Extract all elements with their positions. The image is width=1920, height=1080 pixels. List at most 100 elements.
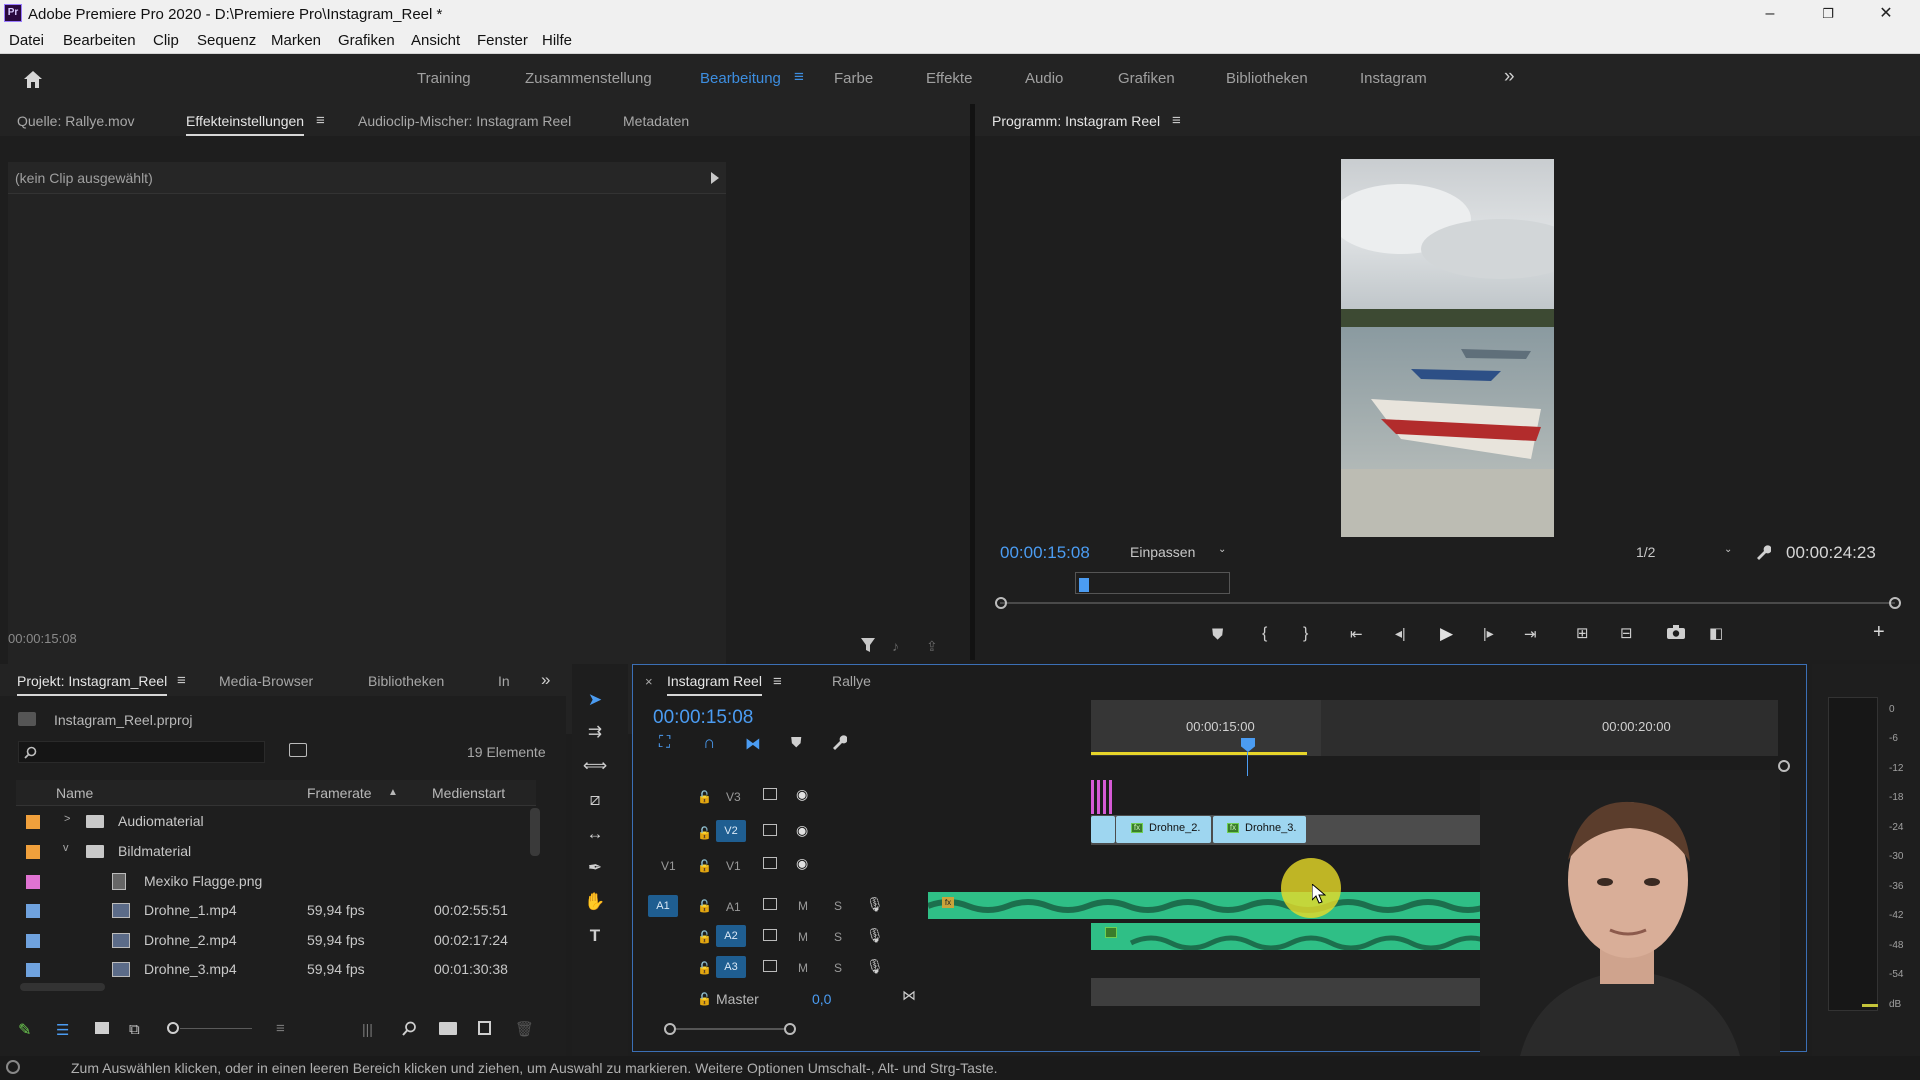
- play-arrow-icon[interactable]: [711, 171, 719, 187]
- chevron-down-icon[interactable]: v: [63, 842, 69, 854]
- eye-icon[interactable]: ◉: [796, 786, 808, 803]
- microphone-icon[interactable]: 🎙: [866, 958, 884, 975]
- tab-effect-controls[interactable]: Effekteinstellungen: [186, 113, 305, 136]
- step-back-icon[interactable]: ◂|: [1395, 625, 1406, 642]
- list-item[interactable]: Mexiko Flagge.png: [16, 867, 536, 897]
- list-item[interactable]: Drohne_1.mp4 59,94 fps 00:02:55:51: [16, 896, 536, 926]
- timeline-menu-icon[interactable]: ≡: [773, 673, 782, 690]
- program-mini-playhead[interactable]: [1079, 578, 1089, 592]
- list-item[interactable]: Drohne_3.mp4 59,94 fps 00:01:30:38: [16, 955, 536, 985]
- add-button-icon[interactable]: +: [1873, 621, 1885, 644]
- track-target-v2[interactable]: V2: [716, 820, 746, 842]
- mute-button[interactable]: M: [798, 899, 808, 913]
- graphic-clip-v3[interactable]: [1091, 780, 1113, 814]
- solo-button[interactable]: S: [834, 961, 842, 975]
- track-target-a3[interactable]: A3: [716, 956, 746, 978]
- snap-magnet-icon[interactable]: ∩: [703, 733, 715, 753]
- menu-bearbeiten[interactable]: Bearbeiten: [63, 32, 136, 49]
- lock-icon[interactable]: 🔓: [697, 992, 712, 1006]
- tab-audio-clip-mixer[interactable]: Audioclip-Mischer: Instagram Reel: [358, 113, 571, 129]
- chevron-right-icon[interactable]: >: [64, 813, 70, 825]
- sync-lock-icon[interactable]: [763, 929, 777, 941]
- tab-info[interactable]: In: [498, 673, 510, 689]
- eye-icon[interactable]: ◉: [796, 855, 808, 872]
- master-volume-value[interactable]: 0,0: [812, 991, 831, 1007]
- track-select-tool-icon[interactable]: ⇉: [580, 722, 610, 750]
- program-timecode[interactable]: 00:00:15:08: [1000, 543, 1090, 563]
- tab-media-browser[interactable]: Media-Browser: [219, 673, 313, 689]
- zoom-slider-handle[interactable]: [167, 1022, 179, 1034]
- label-color-swatch[interactable]: [26, 875, 40, 889]
- label-color-swatch[interactable]: [26, 904, 40, 918]
- mute-button[interactable]: M: [798, 930, 808, 944]
- list-view-icon[interactable]: ☰: [56, 1021, 69, 1039]
- label-color-swatch[interactable]: [26, 845, 40, 859]
- project-hscrollbar[interactable]: [20, 983, 105, 991]
- sync-lock-icon[interactable]: [763, 857, 777, 869]
- pencil-icon[interactable]: ✎: [18, 1020, 31, 1040]
- workspace-effekte[interactable]: Effekte: [926, 70, 972, 87]
- menu-marken[interactable]: Marken: [271, 32, 321, 49]
- type-tool-icon[interactable]: T: [580, 926, 610, 954]
- label-color-swatch[interactable]: [26, 934, 40, 948]
- hand-tool-icon[interactable]: ✋: [580, 892, 610, 920]
- tab-metadata[interactable]: Metadaten: [623, 113, 689, 129]
- in-out-range-bar[interactable]: [1091, 752, 1307, 755]
- project-scrollbar[interactable]: [530, 808, 540, 856]
- microphone-icon[interactable]: 🎙: [866, 927, 884, 944]
- solo-button[interactable]: S: [834, 899, 842, 913]
- razor-tool-icon[interactable]: ⧄: [580, 790, 610, 818]
- new-bin-icon[interactable]: [439, 1022, 457, 1035]
- menu-sequenz[interactable]: Sequenz: [197, 32, 256, 49]
- workspace-overflow-icon[interactable]: »: [1504, 66, 1515, 88]
- tab-project[interactable]: Projekt: Instagram_Reel: [17, 673, 168, 696]
- zoom-slider-track[interactable]: [180, 1028, 252, 1029]
- menu-clip[interactable]: Clip: [153, 32, 179, 49]
- mark-out-icon[interactable]: }: [1303, 625, 1308, 643]
- label-color-swatch[interactable]: [26, 963, 40, 977]
- wrench-icon[interactable]: [1755, 544, 1772, 563]
- home-icon[interactable]: [22, 69, 44, 89]
- workspace-menu-icon[interactable]: ≡: [794, 67, 804, 87]
- extract-icon[interactable]: ⊟: [1620, 624, 1633, 642]
- project-menu-icon[interactable]: ≡: [177, 672, 186, 689]
- pen-tool-icon[interactable]: ✒: [580, 858, 610, 886]
- program-menu-icon[interactable]: ≡: [1172, 112, 1181, 129]
- effect-controls-menu-icon[interactable]: ≡: [316, 112, 325, 129]
- fit-dropdown[interactable]: Einpassen ⌄: [1130, 544, 1230, 564]
- program-mini-ruler[interactable]: [1075, 572, 1230, 594]
- column-framerate[interactable]: Framerate: [307, 785, 372, 801]
- lock-icon[interactable]: 🔓: [697, 930, 712, 944]
- maximize-button[interactable]: ❐: [1799, 0, 1857, 28]
- label-color-swatch[interactable]: [26, 815, 40, 829]
- sort-icons-icon[interactable]: ≡: [276, 1020, 285, 1037]
- camera-icon[interactable]: [1667, 625, 1685, 642]
- export-audio-icon[interactable]: ♪: [892, 638, 899, 654]
- tab-program[interactable]: Programm: Instagram Reel: [992, 113, 1160, 129]
- timeline-timecode[interactable]: 00:00:15:08: [653, 707, 753, 729]
- workspace-zusammenstellung[interactable]: Zusammenstellung: [525, 70, 652, 87]
- play-icon[interactable]: ▶: [1440, 624, 1453, 644]
- workspace-audio[interactable]: Audio: [1025, 70, 1063, 87]
- sync-lock-icon[interactable]: [763, 960, 777, 972]
- eye-icon[interactable]: ◉: [796, 822, 808, 839]
- microphone-icon[interactable]: 🎙: [866, 896, 884, 913]
- video-clip-drohne-3[interactable]: fx Drohne_3.: [1213, 816, 1306, 843]
- workspace-grafiken[interactable]: Grafiken: [1118, 70, 1175, 87]
- timeline-close-icon[interactable]: ×: [645, 674, 653, 689]
- lock-icon[interactable]: 🔓: [697, 961, 712, 975]
- menu-ansicht[interactable]: Ansicht: [411, 32, 460, 49]
- lift-icon[interactable]: ⊞: [1576, 624, 1589, 642]
- scrub-start-handle[interactable]: [995, 597, 1007, 609]
- lock-icon[interactable]: 🔓: [697, 826, 712, 840]
- program-scrub-track[interactable]: [1000, 602, 1895, 604]
- list-item[interactable]: Drohne_2.mp4 59,94 fps 00:02:17:24: [16, 926, 536, 956]
- timeline-zoom-end-handle[interactable]: [784, 1023, 796, 1035]
- menu-hilfe[interactable]: Hilfe: [542, 32, 572, 49]
- icon-view-icon[interactable]: [95, 1022, 109, 1034]
- project-search-input[interactable]: [18, 741, 265, 763]
- master-pan-icon[interactable]: ⋈: [902, 987, 916, 1004]
- workspace-instagram[interactable]: Instagram: [1360, 70, 1427, 87]
- menu-grafiken[interactable]: Grafiken: [338, 32, 395, 49]
- list-item[interactable]: v Bildmaterial: [16, 837, 536, 867]
